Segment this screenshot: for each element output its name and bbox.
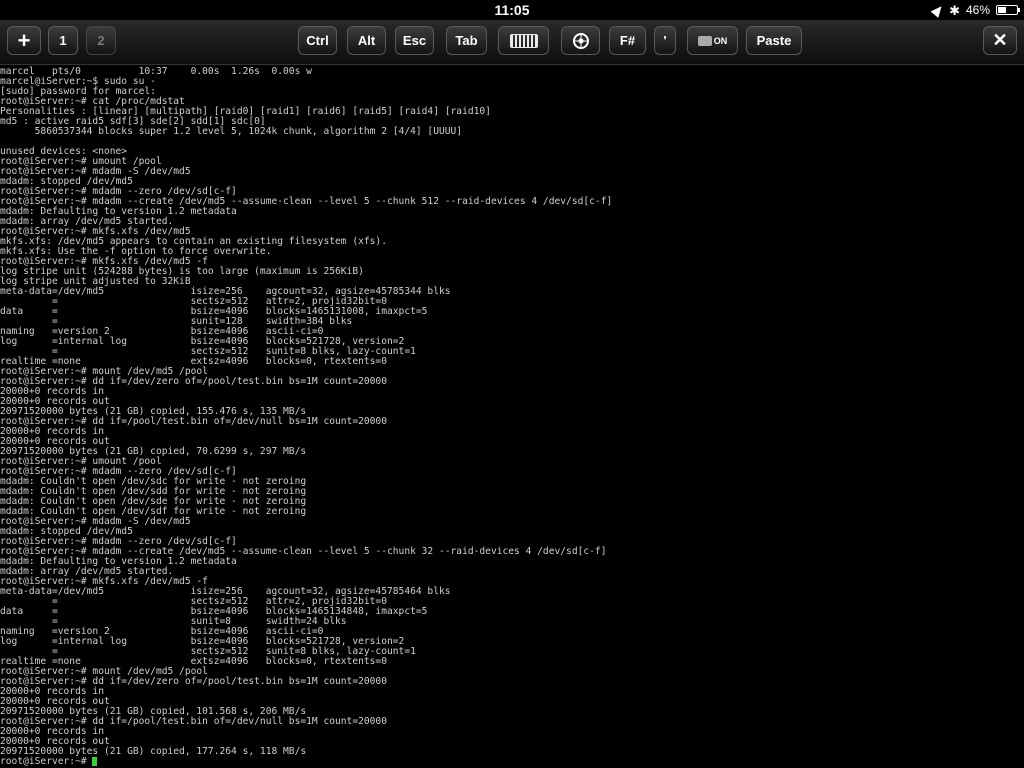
tab-key[interactable]: Tab (446, 26, 487, 55)
modifier-toggle-button[interactable]: ON (687, 26, 738, 55)
toggle-icon: ON (697, 35, 728, 46)
session-2-button[interactable]: 2 (86, 26, 116, 55)
toggle-on-label: ON (713, 35, 728, 46)
terminal-prompt-line: root@iServer:~# (0, 757, 1024, 767)
session-1-button[interactable]: 1 (48, 26, 78, 55)
keyboard-icon (509, 33, 538, 48)
battery-fill (998, 7, 1007, 13)
terminal-line: 20000+0 records in (0, 686, 104, 697)
terminal-line: 20971520000 bytes (21 GB) copied, 177.26… (0, 746, 307, 757)
location-arrow-icon (930, 2, 946, 18)
close-session-button[interactable]: ✕ (983, 26, 1017, 55)
terminal-line: root@iServer:~# dd if=/dev/zero of=/pool… (0, 676, 387, 687)
bluetooth-icon: ✱ (949, 2, 960, 18)
paste-button[interactable]: Paste (746, 26, 802, 55)
terminal-line: root@iServer:~# dd if=/dev/zero of=/pool… (0, 376, 387, 387)
alt-key[interactable]: Alt (347, 26, 386, 55)
toggle-switch-icon (697, 35, 712, 46)
status-right-group: ✱ 46% (930, 2, 1020, 18)
ctrl-key[interactable]: Ctrl (298, 26, 337, 55)
keyboard-toggle-button[interactable] (498, 26, 549, 55)
terminal-line: root@iServer:~# mdadm -S /dev/md5 (0, 166, 191, 177)
quote-key[interactable]: ' (654, 26, 676, 55)
key-toolbar: + 1 2 Ctrl Alt Esc Tab F# ' ON Paste ✕ (0, 20, 1024, 65)
terminal-prompt: root@iServer:~# (0, 756, 93, 767)
terminal-output[interactable]: marcel pts/0 10:37 0.00s 1.26s 0.00s w ma… (0, 64, 1024, 768)
terminal-line: root@iServer:~# mdadm -S /dev/md5 (0, 516, 191, 527)
arrow-wheel-icon (572, 32, 589, 49)
terminal-line: root@iServer:~# dd if=/pool/test.bin of=… (0, 716, 387, 727)
terminal-line: 20000+0 records in (0, 386, 104, 397)
terminal-line: 20000+0 records in (0, 726, 104, 737)
terminal-cursor (92, 757, 98, 766)
terminal-line: 5860537344 blocks super 1.2 level 5, 102… (0, 126, 463, 137)
arrow-wheel-button[interactable] (561, 26, 600, 55)
function-keys-button[interactable]: F# (609, 26, 646, 55)
battery-percent: 46% (965, 3, 990, 17)
terminal-line: root@iServer:~# dd if=/pool/test.bin of=… (0, 416, 387, 427)
status-bar: 11:05 ✱ 46% (0, 0, 1024, 20)
add-session-button[interactable]: + (7, 26, 41, 55)
battery-icon (996, 5, 1020, 15)
terminal-line: 20000+0 records in (0, 426, 104, 437)
status-time: 11:05 (494, 2, 530, 18)
esc-key[interactable]: Esc (395, 26, 434, 55)
